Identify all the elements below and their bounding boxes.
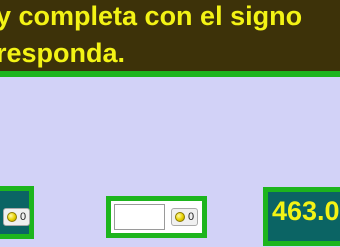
left-answer-card: 0 [0, 186, 34, 239]
instruction-line-1: y completa con el signo [0, 1, 303, 31]
coin-count: 0 [20, 211, 27, 223]
instruction-line-2: responda. [0, 38, 126, 68]
instruction-banner: y completa con el signo responda. [0, 0, 340, 77]
middle-answer-card: 0 [106, 196, 207, 238]
coin-badge: 0 [171, 208, 198, 226]
coin-badge: 0 [3, 208, 30, 226]
answer-input[interactable] [114, 204, 165, 230]
coin-icon [175, 212, 185, 222]
coin-icon [7, 212, 17, 222]
coin-count: 0 [188, 211, 195, 223]
value-card: 463.0 [263, 187, 340, 246]
value-text: 463.0 [272, 196, 340, 226]
